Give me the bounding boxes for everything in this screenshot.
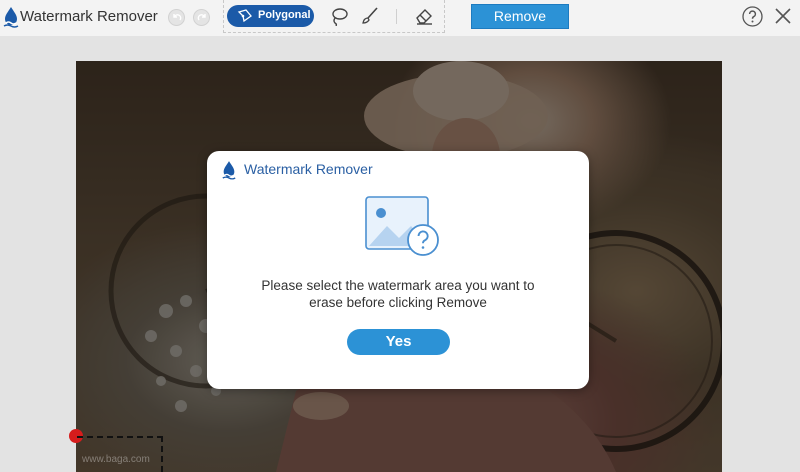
dialog-message: Please select the watermark area you wan… [261,278,535,310]
help-icon[interactable] [742,6,763,27]
remove-button[interactable]: Remove [471,4,569,29]
toolbar: Watermark Remover Polygonal Remove [0,0,800,36]
yes-button[interactable]: Yes [347,329,450,355]
polygonal-tool-label: Polygonal [258,9,311,21]
app-logo-icon [3,7,19,28]
undo-button[interactable] [168,9,185,26]
redo-icon [197,14,206,21]
close-icon[interactable] [774,7,792,25]
image-question-icon [365,196,439,256]
brush-icon[interactable] [360,6,380,26]
watermark-text: www.baga.com [82,454,150,465]
app-title: Watermark Remover [20,8,158,25]
toolbar-divider [396,9,397,24]
eraser-icon[interactable] [414,6,434,26]
polygonal-tool-button[interactable]: Polygonal [227,5,314,27]
lasso-icon[interactable] [329,6,349,26]
dialog-title: Watermark Remover [244,161,373,177]
app-logo-icon [222,161,236,180]
alert-dialog: Watermark Remover Please select the wate… [207,151,589,389]
polygon-select-icon [237,9,252,23]
undo-icon [173,14,182,21]
redo-button[interactable] [193,9,210,26]
